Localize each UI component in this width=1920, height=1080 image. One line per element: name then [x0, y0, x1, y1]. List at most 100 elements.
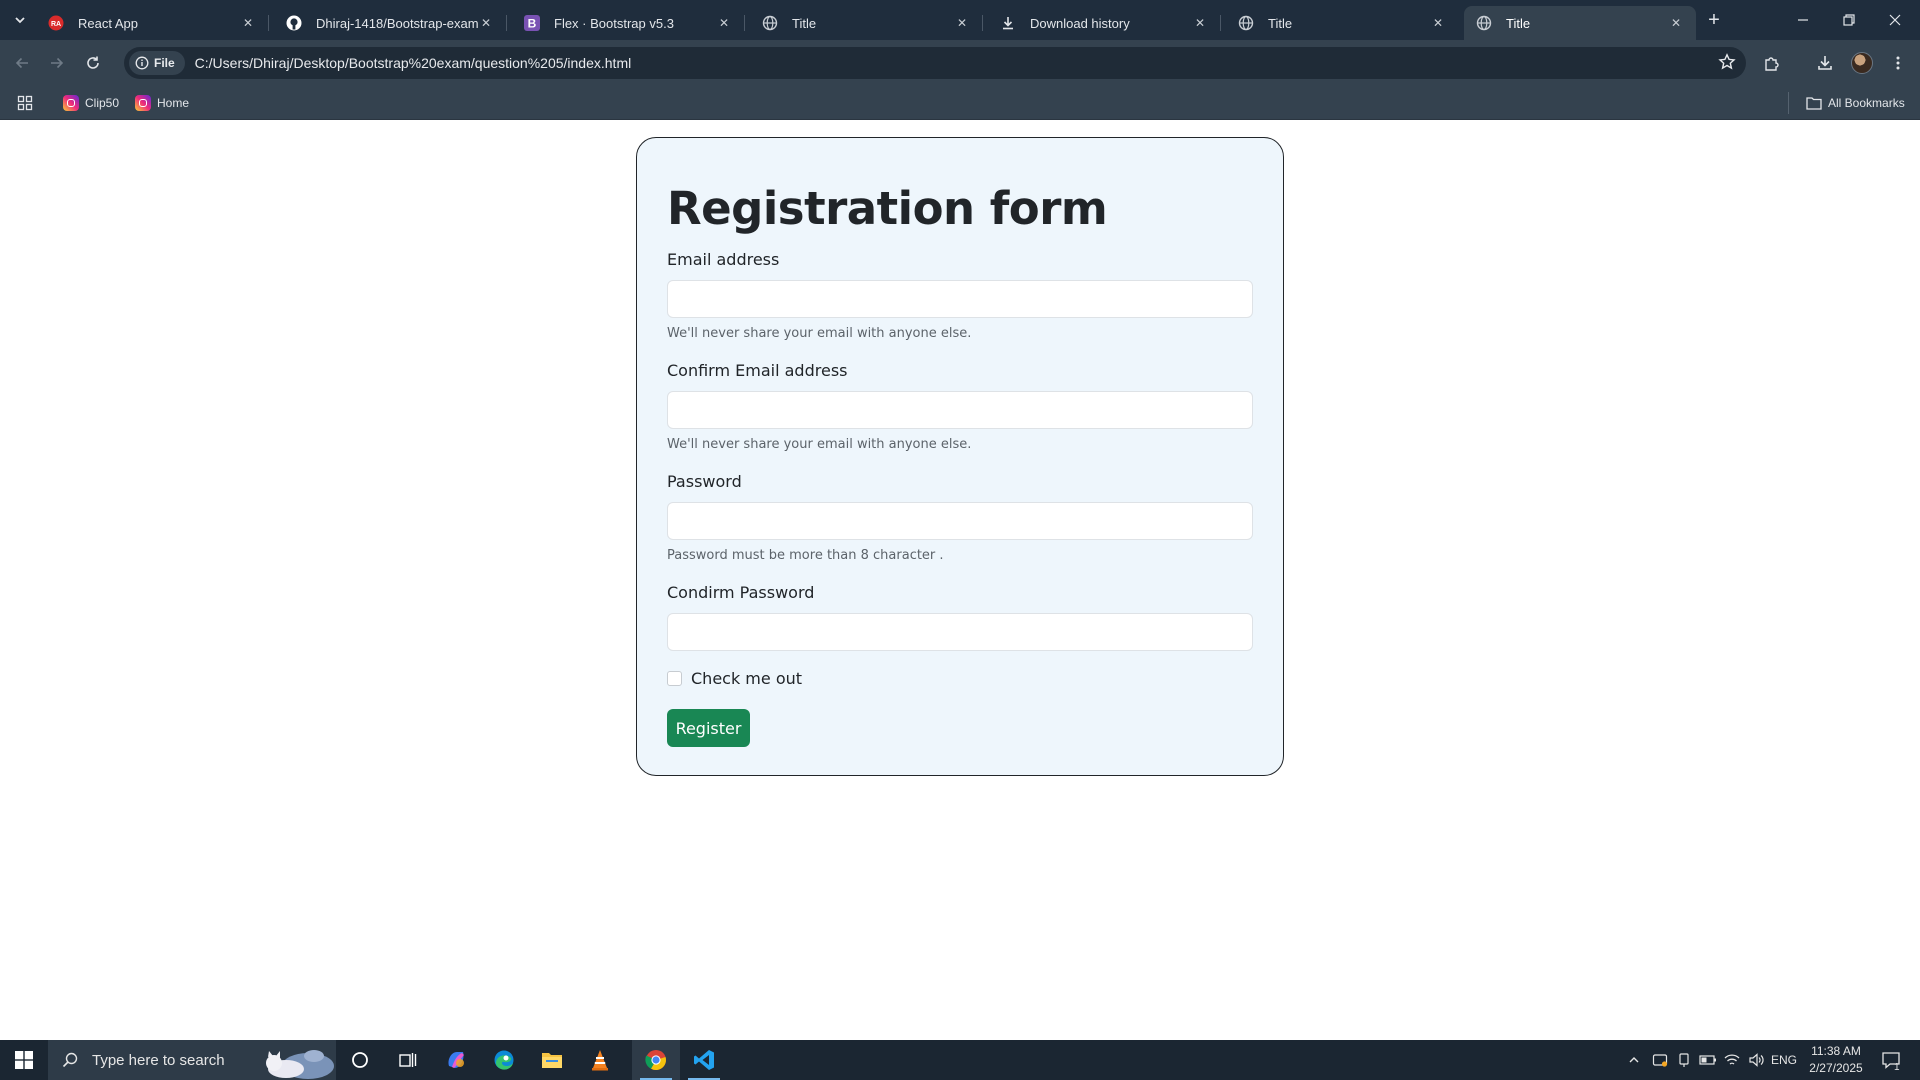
puzzle-icon	[1765, 57, 1779, 71]
start-button[interactable]	[0, 1040, 48, 1080]
chrome-app[interactable]	[632, 1040, 680, 1080]
svg-text:RA: RA	[51, 21, 61, 28]
bookmark-clip50[interactable]: Clip50	[63, 93, 119, 113]
tab-title: Dhiraj-1418/Bootstrap-exam	[316, 15, 478, 31]
minimize-button[interactable]	[1780, 0, 1826, 40]
cortana-circle-icon	[352, 1052, 368, 1068]
close-tab-icon[interactable]: ✕	[240, 15, 256, 31]
language-indicator[interactable]: ENG	[1770, 1040, 1798, 1080]
arrow-left-icon	[15, 57, 28, 69]
close-tab-icon[interactable]: ✕	[716, 15, 732, 31]
edge-app[interactable]	[480, 1040, 528, 1080]
tab-divider	[982, 15, 983, 31]
tab-title: Title	[792, 15, 817, 31]
task-view-icon	[399, 1053, 417, 1067]
task-view-button[interactable]	[384, 1040, 432, 1080]
check-me-out-checkbox[interactable]	[667, 671, 682, 686]
network-button[interactable]	[1720, 1040, 1744, 1080]
tab-title-2[interactable]: Title ✕	[1226, 6, 1458, 40]
profile-button[interactable]	[1848, 49, 1876, 77]
reload-icon	[87, 56, 99, 69]
wifi-icon	[1724, 1054, 1740, 1065]
more-vert-icon	[1896, 56, 1900, 70]
tab-search-button[interactable]	[8, 8, 32, 32]
register-button[interactable]: Register	[667, 709, 750, 747]
tab-title: Download history	[1030, 15, 1130, 31]
copilot-app[interactable]	[432, 1040, 480, 1080]
instagram-icon	[63, 95, 79, 111]
email-input[interactable]	[667, 280, 1253, 318]
copilot-icon	[448, 1052, 464, 1068]
tray-app-button[interactable]	[1648, 1040, 1672, 1080]
volume-button[interactable]	[1744, 1040, 1768, 1080]
confirm-password-input[interactable]	[667, 613, 1253, 651]
battery-button[interactable]	[1696, 1040, 1720, 1080]
file-explorer-app[interactable]	[528, 1040, 576, 1080]
confirm-email-input[interactable]	[667, 391, 1253, 429]
clock[interactable]: 11:38 AM 2/27/2025	[1800, 1043, 1872, 1077]
close-tab-icon[interactable]: ✕	[478, 15, 494, 31]
vscode-icon	[694, 1050, 714, 1070]
tab-bootstrap-flex[interactable]: B Flex · Bootstrap v5.3 ✕	[512, 6, 745, 40]
download-icon	[1000, 15, 1016, 31]
registration-form-card: Registration form Email address We'll ne…	[636, 137, 1284, 776]
tab-title: Flex · Bootstrap v5.3	[554, 15, 674, 31]
scheme-label: File	[154, 56, 175, 70]
forward-button[interactable]	[43, 49, 71, 77]
tab-divider	[744, 15, 745, 31]
password-input[interactable]	[667, 502, 1253, 540]
github-icon	[286, 15, 302, 31]
all-bookmarks-label: All Bookmarks	[1828, 96, 1905, 110]
cortana-button[interactable]	[336, 1040, 384, 1080]
bookmark-home[interactable]: Home	[135, 93, 189, 113]
show-hidden-icons-button[interactable]	[1622, 1040, 1646, 1080]
tab-react-app[interactable]: RA React App ✕	[36, 6, 269, 40]
restore-button[interactable]	[1826, 0, 1872, 40]
apps-button[interactable]	[17, 93, 33, 113]
meet-now-icon	[1679, 1053, 1689, 1067]
globe-icon	[1476, 15, 1492, 31]
close-tab-icon[interactable]: ✕	[954, 15, 970, 31]
info-icon	[135, 56, 149, 70]
tab-download-history[interactable]: Download history ✕	[988, 6, 1221, 40]
search-placeholder: Type here to search	[92, 1051, 225, 1069]
chevron-down-icon	[15, 17, 25, 24]
check-me-out-label[interactable]: Check me out	[691, 669, 802, 688]
vscode-app[interactable]	[680, 1040, 728, 1080]
windows-logo-icon	[15, 1051, 33, 1069]
address-bar[interactable]: File C:/Users/Dhiraj/Desktop/Bootstrap%2…	[124, 47, 1746, 79]
close-window-button[interactable]	[1872, 0, 1918, 40]
tab-title-active[interactable]: Title ✕	[1464, 6, 1696, 40]
bookmark-label: Home	[157, 96, 190, 110]
url-text[interactable]: C:/Users/Dhiraj/Desktop/Bootstrap%20exam…	[195, 55, 632, 71]
action-center-button[interactable]: 1	[1876, 1040, 1906, 1080]
close-tab-icon[interactable]: ✕	[1668, 15, 1684, 31]
globe-icon	[1238, 15, 1254, 31]
email-help-text: We'll never share your email with anyone…	[667, 326, 972, 341]
close-tab-icon[interactable]: ✕	[1192, 15, 1208, 31]
extensions-button[interactable]	[1758, 49, 1786, 77]
avatar	[1851, 52, 1873, 74]
email-label: Email address	[667, 250, 780, 269]
plus-icon: +	[1708, 8, 1720, 31]
new-tab-button[interactable]: +	[1702, 8, 1726, 32]
volume-icon	[1749, 1053, 1764, 1067]
site-info-chip[interactable]: File	[129, 51, 185, 75]
restore-icon	[1843, 14, 1855, 26]
clock-date: 2/27/2025	[1809, 1061, 1863, 1075]
tab-github[interactable]: Dhiraj-1418/Bootstrap-exam ✕	[274, 6, 507, 40]
form-title: Registration form	[667, 182, 1108, 235]
reload-button[interactable]	[79, 49, 107, 77]
downloads-button[interactable]	[1811, 49, 1839, 77]
close-tab-icon[interactable]: ✕	[1430, 15, 1446, 31]
clock-time: 11:38 AM	[1811, 1044, 1861, 1058]
tab-title-1[interactable]: Title ✕	[750, 6, 983, 40]
all-bookmarks-button[interactable]: All Bookmarks	[1806, 93, 1905, 113]
menu-button[interactable]	[1884, 49, 1912, 77]
tab-title: Title	[1268, 15, 1293, 31]
close-icon	[1889, 14, 1901, 26]
bookmark-star-icon[interactable]	[1718, 53, 1736, 76]
back-button[interactable]	[8, 49, 36, 77]
meet-now-button[interactable]	[1672, 1040, 1696, 1080]
vlc-app[interactable]	[576, 1040, 624, 1080]
